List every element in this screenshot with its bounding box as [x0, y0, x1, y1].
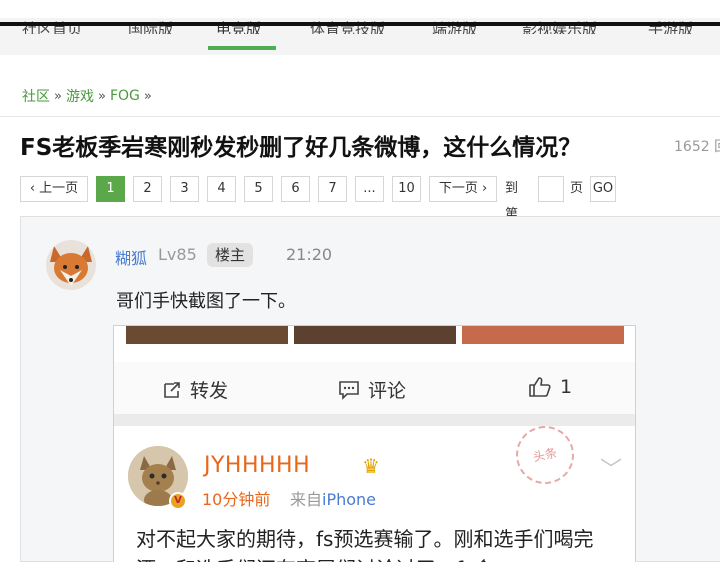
repost-icon	[164, 381, 180, 398]
page-7-button[interactable]: 7	[318, 176, 347, 202]
like-count: 1	[560, 376, 573, 398]
comment-icon	[339, 380, 359, 400]
repost-label: 转发	[190, 380, 229, 402]
go-button[interactable]: GO	[590, 176, 616, 202]
breadcrumb-separator: »	[54, 88, 62, 104]
weibo-time: 10分钟前	[202, 490, 271, 509]
post-image[interactable]: 转发 评论 1 V JYHHHHH ♛ 10分钟前 来自iPhone 头条 ﹀ …	[113, 325, 636, 562]
image-strip	[462, 326, 624, 344]
header-mask	[0, 0, 720, 18]
op-badge: 楼主	[207, 243, 253, 267]
page-4-button[interactable]: 4	[207, 176, 236, 202]
page-unit-label: 页	[570, 181, 584, 196]
breadcrumb-separator: »	[143, 88, 152, 104]
post-username[interactable]: 糊狐	[115, 245, 147, 269]
repost-button[interactable]: 转发	[162, 376, 228, 403]
source-device[interactable]: iPhone	[322, 490, 376, 509]
goto-label: 到第	[505, 181, 519, 222]
breadcrumb-community[interactable]: 社区	[22, 86, 50, 106]
avatar[interactable]	[46, 240, 96, 290]
section-gap	[114, 414, 635, 426]
weibo-source: 来自iPhone	[290, 486, 376, 510]
page-10-button[interactable]: 10	[392, 176, 421, 202]
page-5-button[interactable]: 5	[244, 176, 273, 202]
crown-icon: ♛	[362, 454, 380, 478]
page-6-button[interactable]: 6	[281, 176, 310, 202]
page-3-button[interactable]: 3	[170, 176, 199, 202]
page-number-input[interactable]	[538, 176, 564, 202]
breadcrumb-games[interactable]: 游戏	[66, 86, 94, 106]
image-strip	[126, 326, 288, 344]
next-page-button[interactable]: 下一页 ›	[429, 176, 497, 202]
post-body: 哥们手快截图了一下。	[116, 291, 296, 312]
breadcrumb-separator: »	[97, 88, 106, 104]
thread-title: FS老板季岩寒刚秒发秒删了好几条微博，这什么情况？	[20, 135, 582, 161]
page-ellipsis: ...	[355, 176, 384, 202]
image-strip	[294, 326, 456, 344]
active-tab-underline	[208, 46, 276, 50]
source-prefix: 来自	[290, 490, 323, 509]
reply-count: 1652 回	[674, 139, 720, 155]
weibo-action-bar: 转发 评论 1	[114, 362, 635, 414]
fox-avatar-icon	[46, 240, 96, 290]
breadcrumb-fog[interactable]: FOG	[110, 88, 140, 104]
header-border	[0, 22, 720, 26]
chevron-down-icon[interactable]: ﹀	[600, 452, 622, 484]
top-nav: 社区首页 国际版 电竞版 体育竞技版 端游版 影视娱乐版 手游版	[0, 0, 720, 55]
page-1-button[interactable]: 1	[96, 176, 125, 202]
post-time: 21:20	[286, 245, 333, 264]
comment-label: 评论	[368, 380, 407, 402]
breadcrumb: 社区 » 游戏 » FOG »	[22, 86, 152, 106]
like-button[interactable]: 1	[528, 376, 572, 398]
comment-button[interactable]: 评论	[338, 376, 406, 403]
thumbs-up-icon	[529, 377, 551, 397]
verified-badge: V	[169, 492, 187, 510]
headline-stamp: 头条	[510, 420, 580, 490]
page-2-button[interactable]: 2	[133, 176, 162, 202]
user-level: Lv85	[158, 245, 197, 264]
divider	[0, 116, 720, 117]
weibo-author[interactable]: JYHHHHH	[204, 453, 310, 478]
weibo-body: 对不起大家的期待，fs预选赛输了。刚和选手们喝完酒，和选手们还有高层们讨论过了，…	[136, 527, 594, 562]
prev-page-button[interactable]: ‹ 上一页	[20, 176, 88, 202]
